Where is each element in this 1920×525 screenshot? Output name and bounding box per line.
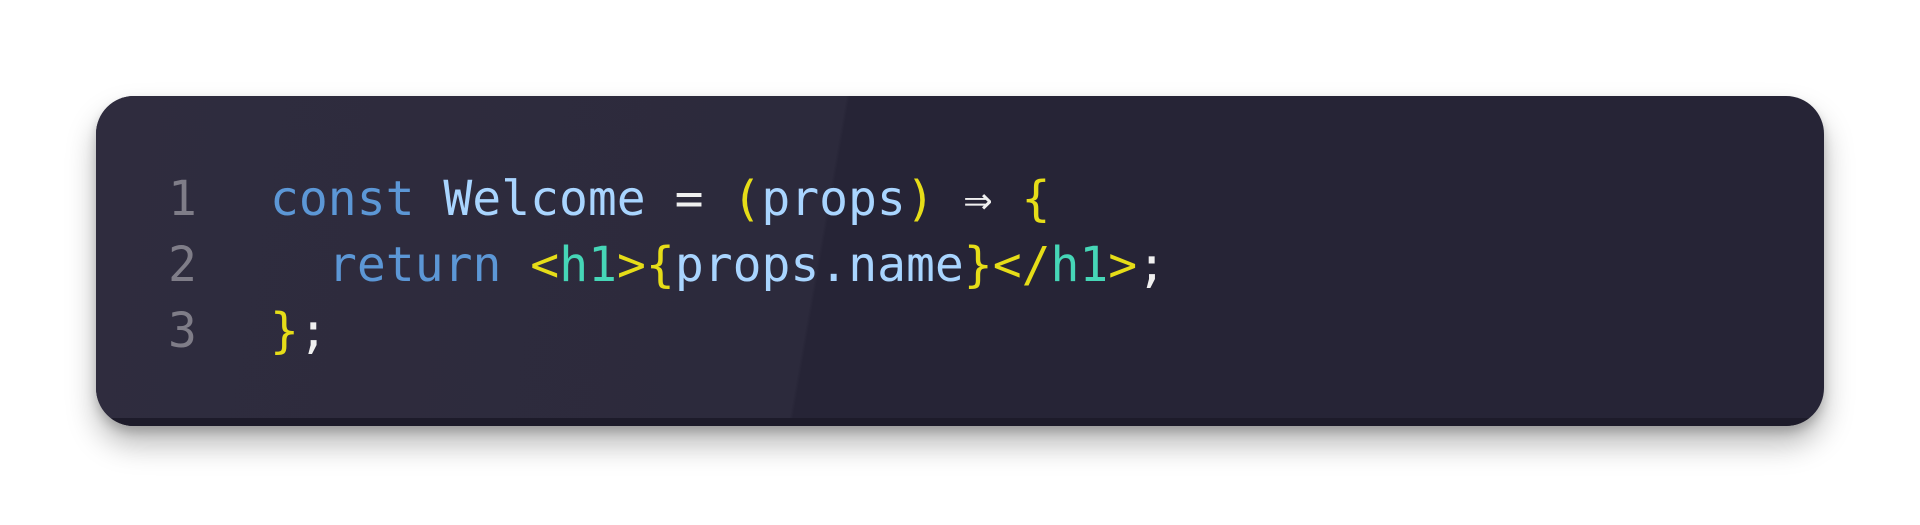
keyword-token: return (328, 237, 502, 293)
line-number: 1 (168, 171, 197, 227)
code-line-3: 3 }; (96, 298, 1824, 364)
tag-bracket-token: < (530, 237, 560, 293)
code-line-content: }; (270, 298, 328, 364)
code-body: 1 const Welcome = (props) ⇒ { 2 return <… (96, 166, 1824, 364)
code-line-2: 2 return <h1>{props.name}</h1>; (96, 232, 1824, 298)
brace-token: } (963, 237, 993, 293)
arrow-token: ⇒ (963, 171, 993, 227)
identifier-token: Welcome (443, 171, 646, 227)
tag-name-token: h1 (559, 237, 617, 293)
tag-bracket-token: > (1108, 237, 1138, 293)
code-line-1: 1 const Welcome = (props) ⇒ { (96, 166, 1824, 232)
brace-token: { (1021, 171, 1051, 227)
keyword-token: const (270, 171, 415, 227)
tag-bracket-token: </ (992, 237, 1051, 293)
tag-name-token: h1 (1050, 237, 1109, 293)
code-line-content: return <h1>{props.name}</h1>; (270, 232, 1166, 298)
paren-token: ) (905, 171, 935, 227)
brace-token: } (270, 303, 299, 359)
brace-token: { (645, 237, 675, 293)
line-number: 3 (168, 303, 197, 359)
operator-token: = (674, 171, 704, 227)
tag-bracket-token: > (617, 237, 646, 293)
semicolon-token: ; (298, 303, 328, 359)
paren-token: ( (732, 171, 762, 227)
code-snippet-card: 1 const Welcome = (props) ⇒ { 2 return <… (96, 96, 1824, 426)
code-line-content: const Welcome = (props) ⇒ { (270, 166, 1050, 232)
expression-token: props.name (674, 237, 964, 293)
parameter-token: props (761, 171, 906, 227)
line-number: 2 (168, 237, 197, 293)
semicolon-token: ; (1137, 237, 1167, 293)
page: 1 const Welcome = (props) ⇒ { 2 return <… (0, 0, 1920, 525)
